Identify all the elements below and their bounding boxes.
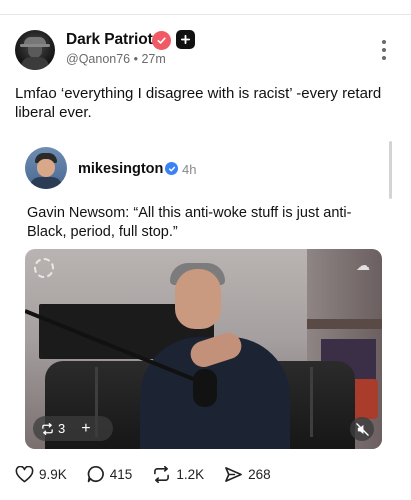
share-count: 268 (248, 466, 271, 482)
author-handle: @Qanon76 • 27m (66, 52, 166, 66)
more-icon[interactable] (380, 40, 388, 60)
like-button[interactable]: 9.9K (15, 465, 67, 483)
add-icon[interactable]: + (81, 420, 90, 437)
post-actions: 9.9K 415 1.2K 268 (15, 463, 395, 485)
repost-count: 1.2K (176, 466, 205, 482)
loading-icon (34, 258, 54, 278)
verified-icon (165, 162, 178, 175)
mute-icon[interactable] (350, 417, 374, 441)
quote-text: Gavin Newsom: “All this anti-woke stuff … (27, 205, 352, 240)
reply-button[interactable]: 415 (87, 465, 133, 483)
repost-count-group: 3 (41, 421, 65, 436)
verified-icon (152, 31, 171, 50)
author-name[interactable]: Dark Patriot (66, 31, 153, 49)
repost-button[interactable]: 1.2K (152, 465, 205, 483)
watermark-icon: ☁ (356, 257, 370, 273)
quote-card[interactable]: mikesington 4h Gavin Newsom: “All this a… (15, 141, 395, 500)
quote-scrollbar[interactable] (389, 141, 392, 199)
repost-icon (42, 422, 53, 435)
video-repost-pill[interactable]: 3 + (33, 416, 113, 441)
quote-time: 4h (182, 162, 197, 177)
share-button[interactable]: 268 (224, 466, 271, 483)
share-icon (225, 466, 242, 482)
quote-video[interactable]: ☁ 3 + (25, 249, 382, 449)
comment-icon (87, 465, 104, 483)
heart-icon (15, 465, 34, 482)
quote-avatar[interactable] (25, 147, 67, 189)
author-avatar[interactable] (15, 30, 55, 70)
quote-author-name[interactable]: mikesington (78, 161, 163, 177)
top-divider (0, 14, 411, 15)
plus-icon[interactable] (176, 30, 195, 49)
repost-icon (154, 465, 170, 483)
post-text: Lmfao ‘everything I disagree with is rac… (15, 85, 382, 121)
like-count: 9.9K (39, 466, 67, 482)
video-repost-count: 3 (58, 421, 66, 436)
reply-count: 415 (109, 466, 133, 482)
